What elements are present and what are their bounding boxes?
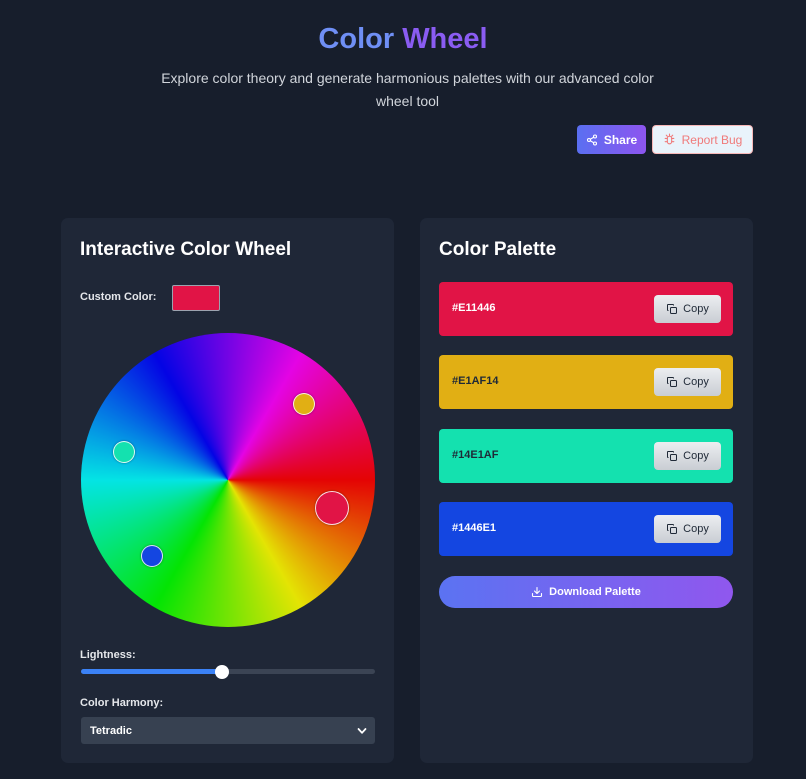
bug-icon	[664, 133, 675, 145]
download-palette-button[interactable]: Download Palette	[439, 576, 733, 608]
palette-swatch-1: #E11446 Copy	[439, 282, 733, 336]
copy-icon	[667, 451, 678, 461]
page-subtitle: Explore color theory and generate harmon…	[161, 70, 654, 109]
copy-icon	[667, 524, 678, 534]
color-palette-panel: Color Palette #E11446 Copy #E1AF14 Copy …	[420, 218, 753, 763]
marker-second[interactable]	[293, 392, 316, 415]
swatch-hex: #E11446	[452, 302, 496, 314]
color-wheel-panel: Interactive Color Wheel Custom Color: Li…	[61, 218, 394, 763]
lightness-slider-thumb[interactable]	[215, 665, 230, 679]
lightness-slider-fill	[81, 669, 223, 674]
custom-color-label: Custom Color:	[80, 291, 157, 303]
lightness-label: Lightness:	[80, 649, 136, 661]
chevron-down-icon	[357, 727, 367, 734]
copy-button[interactable]: Copy	[654, 368, 721, 396]
copy-label: Copy	[683, 303, 709, 315]
color-wheel[interactable]	[81, 333, 375, 627]
copy-label: Copy	[683, 376, 709, 388]
color-harmony-label: Color Harmony:	[80, 697, 164, 709]
wheel-panel-title: Interactive Color Wheel	[80, 239, 292, 260]
title-word-wheel: Wheel	[402, 23, 488, 55]
harmony-selected-value: Tetradic	[90, 724, 132, 737]
swatch-hex: #E1AF14	[452, 375, 499, 387]
palette-panel-title: Color Palette	[439, 239, 557, 260]
marker-third[interactable]	[112, 441, 135, 464]
copy-label: Copy	[683, 450, 709, 462]
copy-button[interactable]: Copy	[654, 442, 721, 470]
marker-fourth[interactable]	[140, 545, 163, 568]
custom-color-picker[interactable]	[172, 285, 220, 311]
title-word-color: Color	[318, 23, 395, 55]
download-icon	[532, 586, 543, 598]
marker-primary[interactable]	[315, 490, 350, 525]
swatch-hex: #14E1AF	[452, 449, 499, 461]
swatch-hex: #1446E1	[452, 522, 497, 534]
color-harmony-select[interactable]: Tetradic	[81, 717, 375, 744]
share-icon	[586, 133, 597, 146]
report-bug-button[interactable]: Report Bug	[652, 125, 753, 154]
palette-swatch-4: #1446E1 Copy	[439, 502, 733, 556]
copy-label: Copy	[683, 523, 709, 535]
palette-swatch-3: #14E1AF Copy	[439, 429, 733, 483]
page: Color Wheel Explore color theory and gen…	[0, 0, 806, 779]
download-label: Download Palette	[549, 586, 641, 598]
copy-button[interactable]: Copy	[654, 295, 721, 323]
copy-icon	[667, 377, 678, 387]
copy-button[interactable]: Copy	[654, 515, 721, 543]
share-label: Share	[603, 132, 638, 147]
wheel-shade	[81, 333, 375, 627]
report-bug-label: Report Bug	[681, 132, 743, 147]
share-button[interactable]: Share	[577, 125, 646, 154]
copy-icon	[667, 304, 678, 314]
palette-swatch-2: #E1AF14 Copy	[439, 355, 733, 409]
page-title: Color Wheel	[0, 20, 806, 58]
